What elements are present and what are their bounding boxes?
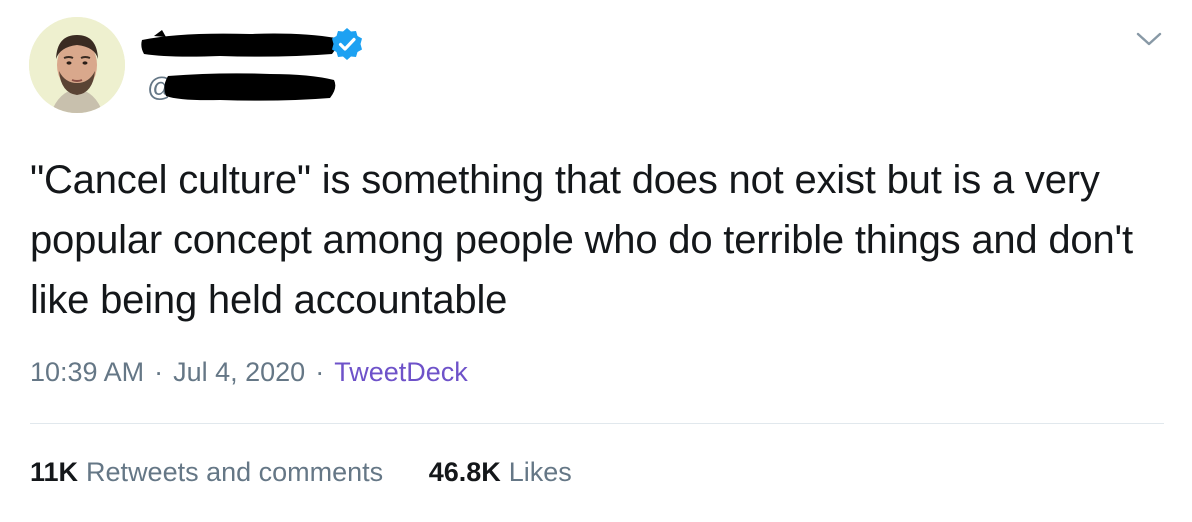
verified-badge-icon <box>332 28 362 60</box>
retweets-stat[interactable]: 11K Retweets and comments <box>30 452 383 492</box>
avatar[interactable] <box>29 17 125 113</box>
retweets-label: Retweets and comments <box>86 457 384 487</box>
redacted-display-name <box>141 30 337 57</box>
tweet-card: @ "Cancel culture" is something that doe… <box>0 0 1192 522</box>
redacted-username <box>164 73 336 101</box>
tweet-stats: 11K Retweets and comments 46.8K Likes <box>30 452 572 492</box>
profile-photo <box>29 17 125 113</box>
meta-separator: · <box>154 357 164 387</box>
likes-label: Likes <box>508 457 572 487</box>
meta-separator: · <box>315 357 325 387</box>
retweets-count: 11K <box>30 457 79 487</box>
tweet-time[interactable]: 10:39 AM <box>30 357 144 387</box>
tweet-meta: 10:39 AM · Jul 4, 2020 · TweetDeck <box>30 352 468 392</box>
tweet-source-link[interactable]: TweetDeck <box>334 357 468 387</box>
tweet-text: "Cancel culture" is something that does … <box>30 158 1133 322</box>
divider <box>30 423 1164 424</box>
tweet-date[interactable]: Jul 4, 2020 <box>173 357 305 387</box>
likes-stat[interactable]: 46.8K Likes <box>429 452 572 492</box>
likes-count: 46.8K <box>428 457 501 487</box>
chevron-down-icon[interactable] <box>1134 28 1164 50</box>
